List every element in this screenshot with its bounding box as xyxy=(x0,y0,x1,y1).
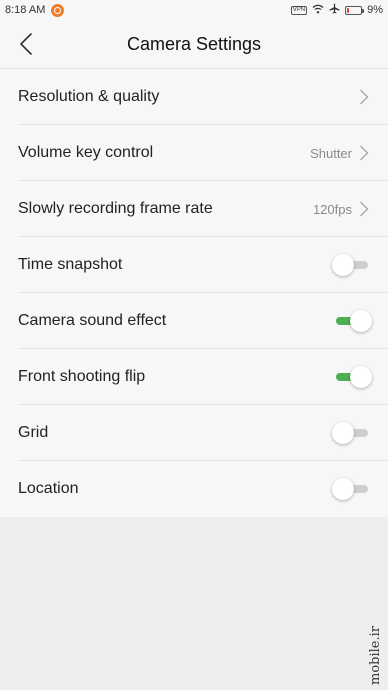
wifi-icon xyxy=(312,4,324,17)
toggle-switch[interactable] xyxy=(332,310,372,332)
watermark-text: mobile.ir xyxy=(367,625,383,685)
setting-row-grid[interactable]: Grid xyxy=(0,405,388,461)
page-title: Camera Settings xyxy=(126,33,262,54)
setting-row-volume-key-control[interactable]: Volume key control Shutter xyxy=(0,125,388,181)
setting-row-camera-sound-effect[interactable]: Camera sound effect xyxy=(0,293,388,349)
toggle-switch[interactable] xyxy=(332,478,372,500)
setting-control xyxy=(332,422,370,444)
setting-label: Camera sound effect xyxy=(18,312,167,329)
battery-percent: 9% xyxy=(367,4,383,16)
setting-value: Shutter xyxy=(310,145,352,161)
back-button[interactable] xyxy=(14,32,38,56)
setting-label: Front shooting flip xyxy=(18,368,146,385)
setting-row-slowly-recording-frame-rate[interactable]: Slowly recording frame rate 120fps xyxy=(0,181,388,237)
chevron-right-icon xyxy=(358,145,370,161)
settings-list: Resolution & quality Volume key control Sh… xyxy=(0,69,388,517)
toggle-knob xyxy=(332,478,354,500)
setting-label: Location xyxy=(18,480,79,497)
setting-label: Grid xyxy=(18,424,49,441)
status-right: VPN 9% xyxy=(290,3,383,17)
setting-value: 120fps xyxy=(312,201,352,217)
setting-row-location[interactable]: Location xyxy=(0,461,388,517)
status-bar: 8:18 AM VPN 9% xyxy=(0,0,388,20)
setting-control xyxy=(332,310,372,332)
setting-label: Volume key control xyxy=(18,144,154,161)
watermark: mobile.ir xyxy=(364,624,386,686)
setting-control: 120fps xyxy=(313,201,370,217)
setting-control: Shutter xyxy=(310,145,370,161)
toggle-switch[interactable] xyxy=(332,254,372,276)
header: Camera Settings xyxy=(0,20,388,69)
battery-level-fill xyxy=(347,7,350,13)
toggle-knob xyxy=(350,366,372,388)
setting-control xyxy=(332,478,370,500)
setting-row-front-shooting-flip[interactable]: Front shooting flip xyxy=(0,349,388,405)
setting-label: Time snapshot xyxy=(18,256,123,273)
toggle-knob xyxy=(332,254,354,276)
toggle-knob xyxy=(350,310,372,332)
battery-icon xyxy=(345,5,365,15)
status-time: 8:18 AM xyxy=(5,4,46,16)
setting-row-resolution-and-quality[interactable]: Resolution & quality xyxy=(0,69,388,125)
toggle-switch[interactable] xyxy=(332,366,372,388)
toggle-switch[interactable] xyxy=(332,422,372,444)
setting-control xyxy=(332,366,372,388)
notification-icon xyxy=(51,3,65,17)
chevron-right-icon xyxy=(358,89,370,105)
setting-control xyxy=(358,89,370,105)
vpn-icon: VPN xyxy=(290,5,308,15)
setting-label: Resolution & quality xyxy=(18,88,160,105)
setting-control xyxy=(332,254,370,276)
setting-row-time-snapshot[interactable]: Time snapshot xyxy=(0,237,388,293)
back-chevron-icon xyxy=(20,33,32,55)
toggle-knob xyxy=(332,422,354,444)
setting-label: Slowly recording frame rate xyxy=(18,200,213,217)
status-left: 8:18 AM xyxy=(5,3,65,17)
chevron-right-icon xyxy=(358,201,370,217)
airplane-icon xyxy=(329,3,340,17)
